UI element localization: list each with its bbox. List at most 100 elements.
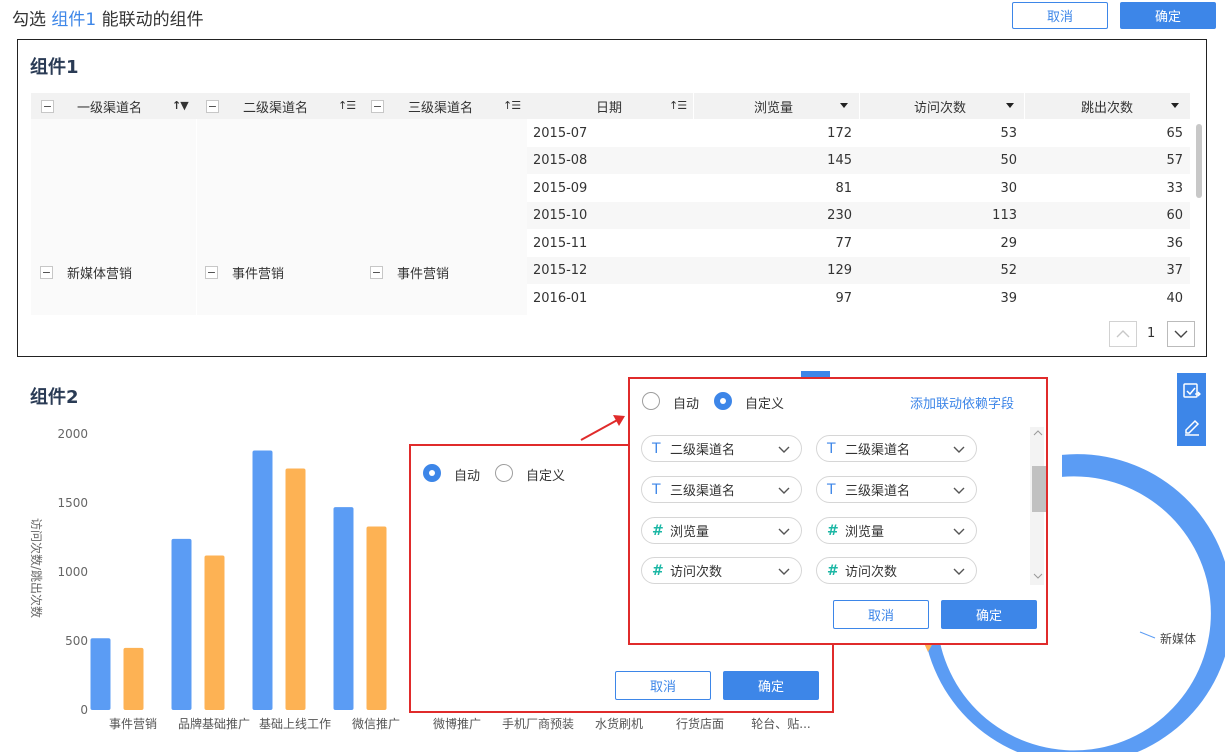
cell-date: 2015-09 — [533, 181, 588, 196]
chevron-down-icon — [953, 446, 965, 453]
collapse-icon[interactable]: − — [41, 100, 54, 113]
dim-value-level1[interactable]: − 新媒体营销 — [40, 263, 132, 282]
text-type-icon: T — [652, 481, 661, 498]
source-field-select[interactable]: # 浏览量 — [641, 517, 802, 544]
radio-auto[interactable] — [642, 392, 660, 410]
cell-visits: 52 — [1000, 263, 1017, 278]
header-label: 一级渠道名 — [77, 100, 143, 116]
target-field-select[interactable]: T 二级渠道名 — [816, 435, 977, 462]
chevron-down-icon — [953, 528, 965, 535]
edit-pencil-icon[interactable] — [1183, 418, 1201, 436]
table-row: 2015-12 129 52 37 — [527, 257, 1190, 284]
collapse-icon[interactable]: − — [371, 100, 384, 113]
dim-value-level3[interactable]: − 事件营销 — [370, 263, 449, 282]
collapse-icon[interactable]: − — [205, 266, 218, 279]
y-tick-label: 1500 — [57, 496, 88, 510]
radio-auto-selected[interactable] — [423, 464, 441, 482]
cell-views: 145 — [827, 153, 852, 168]
sort-icon[interactable]: ↑☰ — [338, 99, 356, 112]
collapse-icon[interactable]: − — [206, 100, 219, 113]
source-field-select[interactable]: # 访问次数 — [641, 557, 802, 584]
widget1-panel[interactable]: 组件1 − 一级渠道名 ↑▼ − 二级渠道名 ↑☰ − 三级渠道名 ↑☰ 日期 … — [17, 39, 1207, 357]
source-field-select[interactable]: T 二级渠道名 — [641, 435, 802, 462]
header-col-level3[interactable]: − 三级渠道名 ↑☰ — [362, 93, 527, 119]
popup-auto-cancel-button[interactable]: 取消 — [615, 671, 711, 700]
y-tick-label: 2000 — [57, 427, 88, 441]
linkage-popup-custom: 自动 自定义 添加联动依赖字段 T 二级渠道名 T 二级渠道名 T 三级渠道名 … — [628, 377, 1048, 645]
header-col-level1[interactable]: − 一级渠道名 ↑▼ — [31, 93, 196, 119]
widget-side-toolbar — [1177, 373, 1206, 446]
header-col-level2[interactable]: − 二级渠道名 ↑☰ — [197, 93, 362, 119]
cell-views: 77 — [835, 236, 852, 251]
header-label: 日期 — [596, 100, 623, 116]
header-confirm-button[interactable]: 确定 — [1120, 2, 1216, 29]
target-field-select[interactable]: T 三级渠道名 — [816, 476, 977, 503]
cell-views: 230 — [827, 208, 852, 223]
donut-label-line — [1139, 631, 1156, 639]
scroll-down-icon[interactable] — [1033, 572, 1043, 580]
dim-column-bg — [197, 119, 363, 315]
target-field-select[interactable]: # 访问次数 — [816, 557, 977, 584]
bar-bounces[interactable] — [204, 555, 225, 710]
dim-column-bg — [31, 119, 197, 315]
cell-visits: 39 — [1000, 291, 1017, 306]
sort-icon[interactable]: ↑☰ — [503, 99, 521, 112]
text-type-icon: T — [652, 440, 661, 457]
bar-bounces[interactable] — [285, 468, 306, 711]
header-col-bounces[interactable]: 跳出次数 — [1024, 93, 1190, 119]
page-next-button[interactable] — [1167, 321, 1195, 347]
target-field-select[interactable]: # 浏览量 — [816, 517, 977, 544]
radio-auto-label: 自动 — [673, 397, 700, 412]
cell-views: 97 — [835, 291, 852, 306]
field-label: 二级渠道名 — [670, 443, 736, 458]
collapse-icon[interactable]: − — [370, 266, 383, 279]
y-tick-label: 500 — [65, 634, 88, 648]
add-linkage-field-link[interactable]: 添加联动依赖字段 — [910, 393, 1014, 412]
table-row: 2015-08 145 50 57 — [527, 147, 1190, 174]
table-row: 2015-07 172 53 65 — [527, 120, 1190, 147]
dim-value-level2[interactable]: − 事件营销 — [205, 263, 284, 282]
field-label: 二级渠道名 — [845, 443, 911, 458]
header-label: 三级渠道名 — [408, 100, 474, 116]
radio-custom[interactable] — [495, 464, 513, 482]
pointer-arrow-icon — [580, 415, 625, 441]
table-row: 2016-01 97 39 40 — [527, 285, 1190, 312]
number-type-icon: # — [652, 522, 664, 539]
popup-custom-cancel-button[interactable]: 取消 — [833, 600, 929, 629]
cell-date: 2015-08 — [533, 153, 588, 168]
header-cancel-button[interactable]: 取消 — [1012, 2, 1108, 29]
dropdown-icon[interactable] — [1006, 103, 1014, 108]
scroll-up-icon[interactable] — [1033, 429, 1043, 437]
cell-visits: 50 — [1000, 153, 1017, 168]
sort-icon[interactable]: ↑☰ — [669, 99, 687, 112]
bar-visits[interactable] — [171, 538, 192, 710]
bar-visits[interactable] — [252, 450, 273, 710]
header-col-date[interactable]: 日期 ↑☰ — [527, 93, 693, 119]
widget1-title: 组件1 — [30, 57, 79, 78]
bar-visits[interactable] — [333, 507, 354, 710]
bar-bounces[interactable] — [123, 647, 144, 710]
linkage-settings-icon[interactable] — [1183, 382, 1201, 400]
popup-scrollbar-thumb[interactable] — [1032, 466, 1046, 512]
bar-visits[interactable] — [90, 638, 111, 710]
bar-bounces[interactable] — [366, 526, 387, 710]
table-row: 2015-11 77 29 36 — [527, 230, 1190, 257]
page-prev-button[interactable] — [1109, 321, 1137, 347]
source-field-select[interactable]: T 三级渠道名 — [641, 476, 802, 503]
table-scrollbar[interactable] — [1196, 124, 1202, 198]
cell-visits: 30 — [1000, 181, 1017, 196]
collapse-icon[interactable]: − — [40, 266, 53, 279]
sort-filter-icon[interactable]: ↑▼ — [172, 99, 189, 112]
popup-custom-confirm-button[interactable]: 确定 — [941, 600, 1037, 629]
cell-date: 2016-01 — [533, 291, 588, 306]
dim-label: 事件营销 — [397, 267, 450, 282]
dropdown-icon[interactable] — [1171, 103, 1179, 108]
header-col-visits[interactable]: 访问次数 — [859, 93, 1024, 119]
popup-auto-confirm-button[interactable]: 确定 — [723, 671, 819, 700]
header-col-views[interactable]: 浏览量 — [693, 93, 859, 119]
radio-custom-selected[interactable] — [714, 392, 732, 410]
dropdown-icon[interactable] — [840, 103, 848, 108]
cell-bounces: 57 — [1166, 153, 1183, 168]
title-prefix: 勾选 — [12, 10, 46, 30]
chevron-down-icon — [778, 528, 790, 535]
